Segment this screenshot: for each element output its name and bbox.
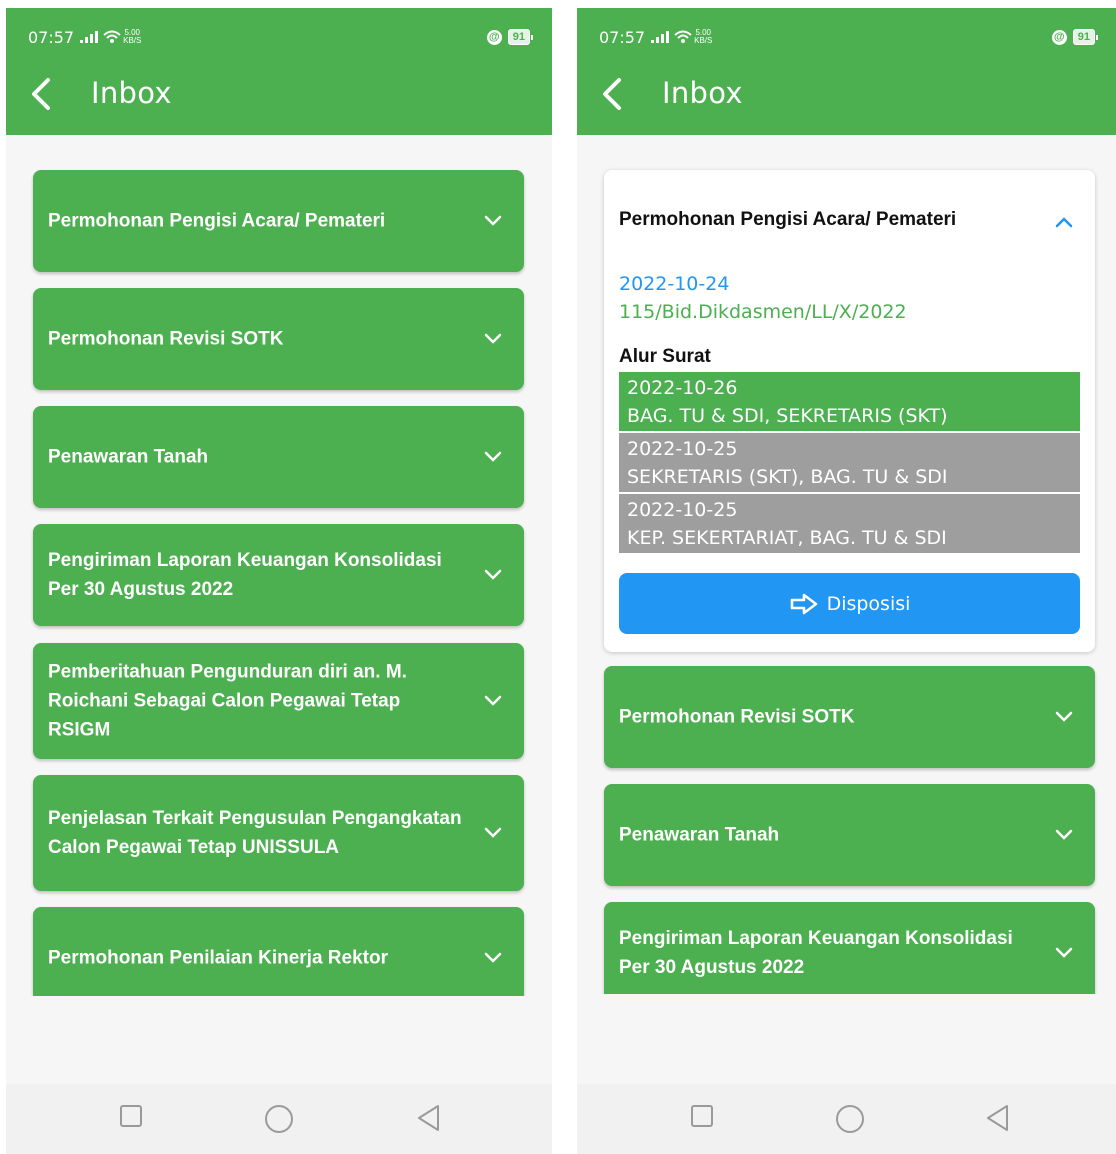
status-bar: 07:57 5.00 KB/S @ 91: [28, 26, 534, 48]
inbox-item-expanded: Permohonan Pengisi Acara/ Pemateri 2022-…: [604, 170, 1095, 652]
lock-icon: @: [1051, 29, 1067, 45]
system-nav-bar: [6, 1084, 552, 1154]
inbox-item-title: Penawaran Tanah: [619, 824, 780, 846]
inbox-item-title: Permohonan Revisi SOTK: [619, 706, 855, 728]
chevron-down-icon: [484, 695, 502, 706]
flow-item: 2022-10-25 KEP. SEKERTARIAT, BAG. TU & S…: [619, 494, 1080, 555]
inbox-item[interactable]: Pengiriman Laporan Keuangan Konsolidasi …: [33, 524, 524, 626]
inbox-item[interactable]: Permohonan Revisi SOTK: [33, 288, 524, 390]
inbox-item-title: Penjelasan Terkait Pengusulan Pengangkat…: [48, 808, 462, 858]
chevron-down-icon: [484, 215, 502, 226]
inbox-item[interactable]: Permohonan Revisi SOTK: [604, 666, 1095, 768]
signal-icon: [651, 31, 670, 43]
home-icon[interactable]: [264, 1104, 294, 1134]
inbox-item-title[interactable]: Permohonan Pengisi Acara/ Pemateri: [619, 209, 956, 231]
app-bar: 07:57 5.00 KB/S @ 91 Inbox: [6, 8, 552, 135]
status-bar: 07:57 5.00 KB/S @ 91: [599, 26, 1099, 48]
inbox-item[interactable]: Permohonan Penilaian Kinerja Rektor: [33, 907, 524, 1009]
chevron-down-icon: [1055, 947, 1073, 958]
app-bar: 07:57 5.00 KB/S @ 91 Inbox: [577, 8, 1116, 135]
list-clip: [6, 996, 552, 1084]
inbox-screen-collapsed: 07:57 5.00 KB/S @ 91 Inbox Permohonan Pen…: [6, 8, 552, 1154]
wifi-icon: [674, 30, 692, 43]
lock-icon: @: [486, 29, 502, 45]
chevron-down-icon: [484, 569, 502, 580]
chevron-down-icon: [484, 952, 502, 963]
chevron-up-icon[interactable]: [1055, 216, 1073, 228]
page-title: Inbox: [662, 76, 743, 110]
inbox-item-title: Penawaran Tanah: [48, 446, 209, 468]
status-time: 07:57: [28, 27, 75, 47]
chevron-down-icon: [1055, 711, 1073, 722]
chevron-down-icon: [1055, 829, 1073, 840]
status-time: 07:57: [599, 27, 646, 47]
arrow-right-icon: [790, 593, 817, 614]
inbox-item-title: Pemberitahuan Pengunduran diri an. M. Ro…: [48, 661, 407, 741]
inbox-item[interactable]: Pengiriman Laporan Keuangan Konsolidasi …: [604, 902, 1095, 1004]
back-arrow-icon[interactable]: [599, 76, 627, 112]
inbox-item-title: Pengiriman Laporan Keuangan Konsolidasi …: [619, 928, 1013, 978]
back-arrow-icon[interactable]: [28, 76, 56, 112]
chevron-down-icon: [484, 333, 502, 344]
flow-heading: Alur Surat: [619, 346, 711, 367]
back-nav-icon[interactable]: [985, 1104, 1011, 1132]
disposisi-button[interactable]: Disposisi: [619, 573, 1080, 634]
list-clip: [577, 994, 1116, 1084]
network-speed: 5.00 KB/S: [694, 28, 713, 45]
inbox-item[interactable]: Penawaran Tanah: [604, 784, 1095, 886]
letter-flow-list: 2022-10-26 BAG. TU & SDI, SEKRETARIS (SK…: [619, 372, 1080, 555]
letter-number: 115/Bid.Dikdasmen/LL/X/2022: [619, 301, 907, 323]
system-nav-bar: [577, 1084, 1116, 1154]
network-speed: 5.00 KB/S: [123, 28, 142, 45]
chevron-down-icon: [484, 451, 502, 462]
inbox-item-title: Pengiriman Laporan Keuangan Konsolidasi …: [48, 550, 442, 600]
recent-apps-icon[interactable]: [119, 1104, 143, 1128]
inbox-item[interactable]: Penjelasan Terkait Pengusulan Pengangkat…: [33, 775, 524, 891]
flow-item: 2022-10-26 BAG. TU & SDI, SEKRETARIS (SK…: [619, 372, 1080, 433]
inbox-item-title: Permohonan Pengisi Acara/ Pemateri: [48, 210, 386, 232]
flow-route: BAG. TU & SDI, SEKRETARIS (SKT): [627, 405, 948, 427]
chevron-down-icon: [484, 827, 502, 838]
back-nav-icon[interactable]: [416, 1104, 442, 1132]
flow-date: 2022-10-25: [627, 499, 738, 521]
inbox-item-title: Permohonan Revisi SOTK: [48, 328, 284, 350]
recent-apps-icon[interactable]: [690, 1104, 714, 1128]
flow-item: 2022-10-25 SEKRETARIS (SKT), BAG. TU & S…: [619, 433, 1080, 494]
home-icon[interactable]: [835, 1104, 865, 1134]
letter-date: 2022-10-24: [619, 273, 730, 295]
wifi-icon: [103, 30, 121, 43]
inbox-item-title: Permohonan Penilaian Kinerja Rektor: [48, 947, 388, 969]
page-title: Inbox: [91, 76, 172, 110]
disposisi-label: Disposisi: [826, 592, 911, 615]
battery-icon: 91: [1072, 29, 1099, 45]
inbox-screen-expanded: 07:57 5.00 KB/S @ 91 Inbox Permohonan Pen…: [577, 8, 1116, 1154]
flow-date: 2022-10-26: [627, 377, 738, 399]
flow-date: 2022-10-25: [627, 438, 738, 460]
inbox-item[interactable]: Pemberitahuan Pengunduran diri an. M. Ro…: [33, 643, 524, 759]
inbox-item[interactable]: Penawaran Tanah: [33, 406, 524, 508]
flow-route: SEKRETARIS (SKT), BAG. TU & SDI: [627, 466, 948, 488]
signal-icon: [80, 31, 99, 43]
flow-route: KEP. SEKERTARIAT, BAG. TU & SDI: [627, 527, 947, 549]
battery-icon: 91: [507, 29, 534, 45]
inbox-item[interactable]: Permohonan Pengisi Acara/ Pemateri: [33, 170, 524, 272]
